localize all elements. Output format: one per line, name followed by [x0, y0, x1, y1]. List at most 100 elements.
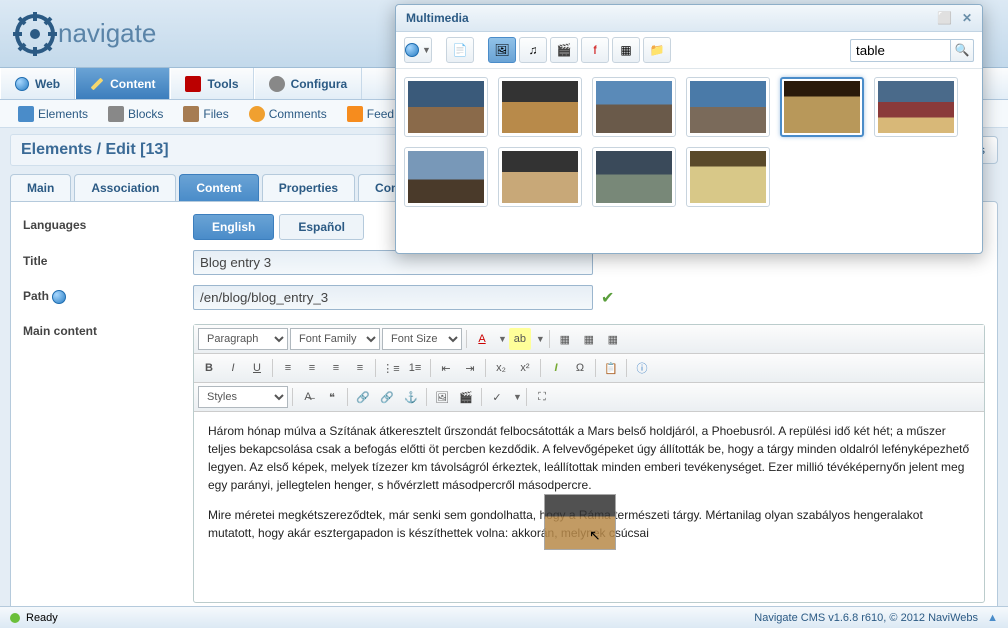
editor-content[interactable]: Három hónap múlva a Szítának átkeresztel… [194, 412, 984, 602]
font-family-select[interactable]: Font Family [290, 328, 380, 350]
status-text: Ready [26, 612, 58, 624]
maximize-icon[interactable]: ⬜ [937, 11, 952, 25]
dialog-body [396, 69, 982, 253]
feeds-icon [347, 106, 363, 122]
nav-tools[interactable]: Tools [170, 68, 253, 99]
thumbnail-8[interactable] [592, 147, 676, 207]
align-justify-btn[interactable]: ≡ [349, 357, 371, 379]
thumbnail-4[interactable] [780, 77, 864, 137]
nav-content[interactable]: Content [75, 68, 170, 99]
media-btn[interactable]: 🎬 [455, 386, 477, 408]
thumbnail-3[interactable] [686, 77, 770, 137]
anchor-btn[interactable]: ⚓ [400, 386, 422, 408]
thumbnail-5[interactable] [874, 77, 958, 137]
filter-doc-btn[interactable]: ▦ [612, 37, 640, 63]
subscript-btn[interactable]: x₂ [490, 357, 512, 379]
thumbnail-image [690, 151, 766, 203]
close-icon[interactable]: ✕ [962, 11, 972, 25]
filter-audio-btn[interactable]: ♫ [519, 37, 547, 63]
paste-btn[interactable]: 📋 [600, 357, 622, 379]
lang-espanol[interactable]: Español [279, 214, 364, 240]
list-ol-btn[interactable]: 1≡ [404, 357, 426, 379]
remove-format-btn[interactable]: A̶ [297, 386, 319, 408]
filter-flash-btn[interactable]: f [581, 37, 609, 63]
sub-blocks[interactable]: Blocks [98, 102, 173, 126]
footer: Ready Navigate CMS v1.6.8 r610, © 2012 N… [0, 606, 1008, 628]
help-btn[interactable]: ⓘ [631, 357, 653, 379]
footer-arrow-icon[interactable]: ▲ [987, 612, 998, 624]
char-btn[interactable]: Ω [569, 357, 591, 379]
tab-association[interactable]: Association [74, 174, 176, 201]
outdent-btn[interactable]: ⇤ [435, 357, 457, 379]
dialog-toolbar: ▼ 📄 🖼 ♫ 🎬 f ▦ 📁 🔍 [396, 32, 982, 69]
thumbnail-2[interactable] [592, 77, 676, 137]
table-props-btn[interactable]: ▦ [578, 328, 600, 350]
tab-main[interactable]: Main [10, 174, 71, 201]
source-btn[interactable]: I [545, 357, 567, 379]
sub-elements[interactable]: Elements [8, 102, 98, 126]
logo[interactable]: navigate [0, 9, 166, 59]
align-right-btn[interactable]: ≡ [325, 357, 347, 379]
styles-select[interactable]: Styles [198, 386, 288, 408]
font-size-select[interactable]: Font Size [382, 328, 462, 350]
blocks-icon [108, 106, 124, 122]
text-color-btn[interactable]: A [471, 328, 493, 350]
version-link[interactable]: Navigate CMS v1.6.8 r610 [754, 612, 883, 624]
align-center-btn[interactable]: ≡ [301, 357, 323, 379]
logo-icon [10, 9, 60, 59]
italic-btn[interactable]: I [222, 357, 244, 379]
thumbnail-6[interactable] [404, 147, 488, 207]
thumbnail-7[interactable] [498, 147, 582, 207]
title-label: Title [23, 250, 193, 268]
list-ul-btn[interactable]: ⋮≡ [380, 357, 402, 379]
image-btn[interactable]: 🖼 [431, 386, 453, 408]
source-select-btn[interactable]: ▼ [404, 37, 432, 63]
editor-toolbar-3: Styles A̶ ❝ 🔗 🔗 ⚓ 🖼 🎬 ✓▼ ⛶ [194, 383, 984, 412]
add-file-btn[interactable]: 📄 [446, 37, 474, 63]
lang-english[interactable]: English [193, 214, 274, 240]
search-button[interactable]: 🔍 [950, 39, 974, 62]
unlink-btn[interactable]: 🔗 [376, 386, 398, 408]
editor-toolbar-1: Paragraph Font Family Font Size A▼ ab▼ ▦… [194, 325, 984, 354]
main-content-label: Main content [23, 320, 193, 338]
pencil-icon [91, 77, 104, 90]
table-btn[interactable]: ▦ [554, 328, 576, 350]
tab-content[interactable]: Content [179, 174, 258, 201]
comments-icon [249, 106, 265, 122]
footer-right: Navigate CMS v1.6.8 r610, © 2012 NaviWeb… [754, 612, 998, 624]
search-input[interactable] [850, 39, 950, 62]
sub-comments[interactable]: Comments [239, 102, 337, 126]
nav-configuration-label: Configura [291, 77, 348, 91]
filter-video-btn[interactable]: 🎬 [550, 37, 578, 63]
paragraph-select[interactable]: Paragraph [198, 328, 288, 350]
nav-configuration[interactable]: Configura [254, 68, 363, 99]
align-left-btn[interactable]: ≡ [277, 357, 299, 379]
sub-files[interactable]: Files [173, 102, 238, 126]
bg-color-btn[interactable]: ab [509, 328, 531, 350]
thumbnail-1[interactable] [498, 77, 582, 137]
quote-btn[interactable]: ❝ [321, 386, 343, 408]
thumbnail-9[interactable] [686, 147, 770, 207]
spellcheck-btn[interactable]: ✓ [486, 386, 508, 408]
link-btn[interactable]: 🔗 [352, 386, 374, 408]
thumbnail-0[interactable] [404, 77, 488, 137]
bold-btn[interactable]: B [198, 357, 220, 379]
filter-folder-btn[interactable]: 📁 [643, 37, 671, 63]
underline-btn[interactable]: U [246, 357, 268, 379]
dialog-titlebar[interactable]: Multimedia ⬜ ✕ [396, 5, 982, 32]
filter-image-btn[interactable]: 🖼 [488, 37, 516, 63]
fullscreen-btn[interactable]: ⛶ [531, 386, 553, 408]
files-icon [183, 106, 199, 122]
table-cell-btn[interactable]: ▦ [602, 328, 624, 350]
path-input[interactable] [193, 285, 593, 310]
editor-para-1: Három hónap múlva a Szítának átkeresztel… [208, 422, 970, 494]
globe-icon [15, 77, 29, 91]
superscript-btn[interactable]: x² [514, 357, 536, 379]
thumbnail-image [596, 81, 672, 133]
indent-btn[interactable]: ⇥ [459, 357, 481, 379]
sub-feeds[interactable]: Feed [337, 102, 404, 126]
company-link[interactable]: NaviWebs [928, 612, 978, 624]
nav-web[interactable]: Web [0, 68, 75, 99]
tools-icon [185, 76, 201, 92]
tab-properties[interactable]: Properties [262, 174, 355, 201]
